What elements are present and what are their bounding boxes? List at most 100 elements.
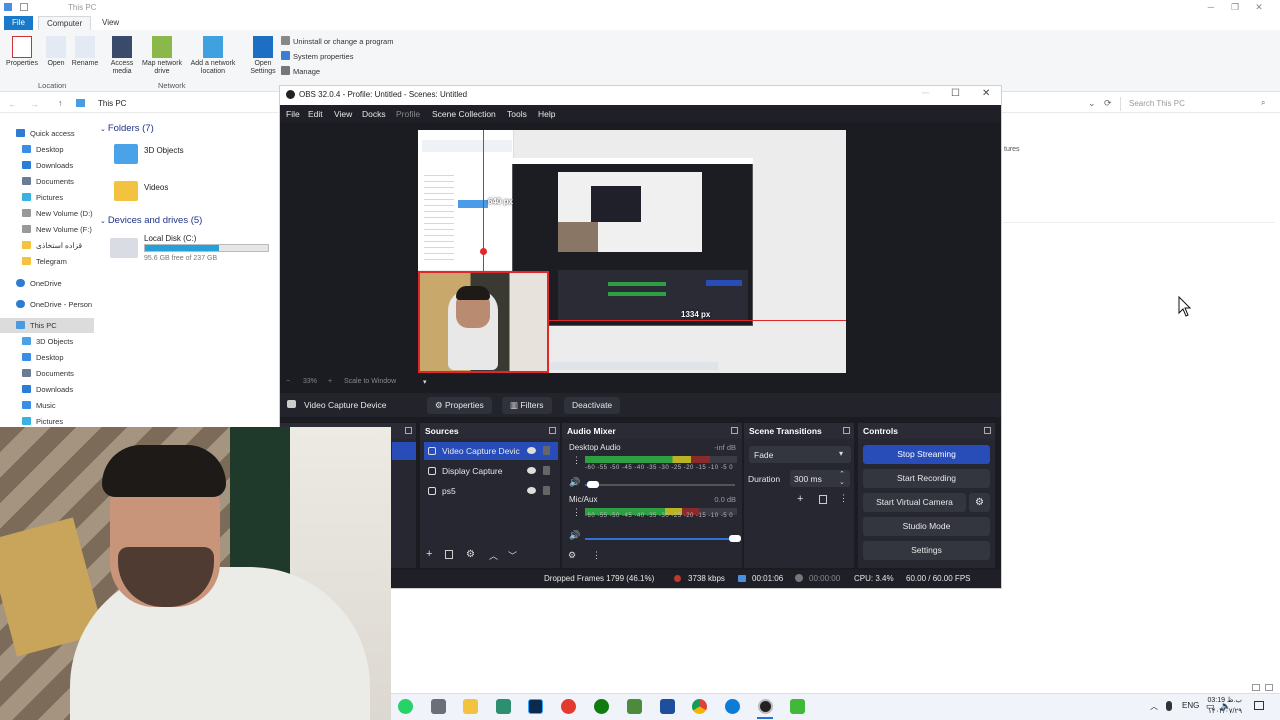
eye-icon[interactable] [527,447,536,454]
nav-documents[interactable]: Documents [22,175,74,189]
track-menu-icon[interactable]: ⋮ [572,455,581,466]
nav-onedrive[interactable]: OneDrive [16,277,62,291]
app-icon[interactable] [790,699,805,714]
nav-pc-documents[interactable]: Documents [22,367,74,381]
tab-file[interactable]: File [4,16,33,30]
obs-taskbar-icon[interactable] [758,699,773,714]
studio-mode-button[interactable]: Studio Mode [863,517,990,536]
map-network-drive-button[interactable]: Map network drive [140,36,184,76]
add-source-icon[interactable]: + [426,548,432,560]
nav-pc-3d-objects[interactable]: 3D Objects [22,335,73,349]
nav-pictures[interactable]: Pictures [22,191,63,205]
obs-preview-canvas[interactable]: 640 px 1334 px [418,130,846,373]
track-mic-volume[interactable] [585,535,741,542]
nav-quick-access[interactable]: Quick access [16,127,75,141]
mixer-settings-icon[interactable]: ⚙ [568,550,576,561]
undock-icon[interactable] [984,427,991,434]
volume-knob[interactable] [729,535,741,542]
breadcrumb[interactable]: This PC [74,97,274,110]
menu-docks[interactable]: Docks [362,109,386,119]
scale-to-window[interactable]: Scale to Window [344,378,396,385]
undock-icon[interactable] [843,427,850,434]
source-item-ps5[interactable]: ps5 [424,482,558,500]
menu-file[interactable]: File [286,109,300,119]
chevron-down-icon[interactable]: ﹀ [508,549,517,562]
nav-pc-downloads[interactable]: Downloads [22,383,73,397]
refresh-icon[interactable]: ⟳ [1104,98,1112,109]
scene-item-selected[interactable] [392,442,416,460]
duration-spinbox[interactable]: 300 ms ⌃ ⌄ [790,470,850,487]
spin-up-icon[interactable]: ⌃ [839,470,845,478]
file-explorer-icon[interactable] [463,699,478,714]
whatsapp-icon[interactable] [398,699,413,714]
menu-view[interactable]: View [334,109,352,119]
track-menu-icon[interactable]: ⋮ [572,507,581,518]
undock-icon[interactable] [405,427,412,434]
menu-help[interactable]: Help [538,109,555,119]
mixer-menu-icon[interactable]: ⋮ [592,550,601,561]
uninstall-program-link[interactable]: Uninstall or change a program [281,36,393,46]
zoom-out-button[interactable]: − [286,378,290,385]
start-virtual-camera-button[interactable]: Start Virtual Camera [863,493,966,512]
transition-select[interactable]: Fade ▾ [749,446,851,463]
virtual-camera-settings-gear-icon[interactable]: ⚙ [969,493,990,512]
transition-menu-icon[interactable]: ⋮ [839,493,848,504]
track-desktop-audio-volume[interactable] [585,481,735,488]
speaker-icon[interactable]: 🔊 [569,477,580,488]
nav-telegram[interactable]: Telegram [22,255,67,269]
nav-pc-music[interactable]: Music [22,399,56,413]
manage-link[interactable]: Manage [281,66,320,76]
large-icons-view-icon[interactable] [1265,684,1273,691]
source-item-video-capture[interactable]: Video Capture Devic [424,442,558,460]
details-view-icon[interactable] [1252,684,1260,691]
add-network-location-button[interactable]: Add a network location [186,36,240,76]
nav-downloads[interactable]: Downloads [22,159,73,173]
photoshop-icon[interactable] [528,699,543,714]
quick-access-toolbar-icon[interactable] [20,3,28,11]
undock-icon[interactable] [549,427,556,434]
eye-icon[interactable] [527,467,536,474]
app-icon[interactable] [660,699,675,714]
nav-this-pc[interactable]: This PC [16,319,57,333]
chevron-down-icon[interactable]: ⌄ [1088,98,1096,109]
search-input[interactable]: Search This PC ⌕ [1120,97,1272,111]
volume-knob[interactable] [586,481,599,488]
microphone-icon[interactable] [1166,701,1172,711]
chevron-up-icon[interactable]: ︿ [489,549,498,562]
chevron-up-icon[interactable]: ︿ [1150,701,1158,712]
folder-item-3d-objects[interactable]: 3D Objects [114,142,264,170]
system-properties-link[interactable]: System properties [281,51,353,61]
notification-icon[interactable] [1254,701,1264,710]
source-item-display-capture[interactable]: Display Capture [424,462,558,480]
nav-pc-desktop[interactable]: Desktop [22,351,64,365]
rename-button[interactable]: Rename [65,36,105,68]
nav-folder-persian[interactable]: قزاده استخاذی [22,239,82,253]
stop-streaming-button[interactable]: Stop Streaming [863,445,990,464]
devices-header[interactable]: ⌄ Devices and drives (5) [100,215,202,226]
deactivate-button[interactable]: Deactivate [564,397,621,414]
add-transition-icon[interactable]: + [797,493,803,505]
gear-icon[interactable]: ⚙ [466,549,475,560]
tab-computer[interactable]: Computer [38,16,92,30]
settings-button[interactable]: Settings [863,541,990,560]
trash-icon[interactable] [445,550,453,559]
chrome-icon[interactable] [692,699,707,714]
properties-button-obs[interactable]: ⚙ Properties [427,397,492,414]
trash-icon[interactable] [819,495,827,504]
xbox-icon[interactable] [594,699,609,714]
menu-profile[interactable]: Profile [396,109,420,119]
app-icon[interactable] [496,699,511,714]
eye-icon[interactable] [527,487,536,494]
nav-desktop[interactable]: Desktop [22,143,64,157]
clock-date[interactable]: ۱۴۰۴/۰۷/۲۹ [1200,707,1242,715]
access-media-button[interactable]: Access media [102,36,142,76]
start-recording-button[interactable]: Start Recording [863,469,990,488]
speaker-icon[interactable]: 🔊 [569,530,580,541]
explorer-close-button[interactable]: ✕ [1236,0,1280,16]
forward-arrow-icon[interactable]: → [30,99,39,109]
lock-icon[interactable] [543,446,550,455]
obs-close-button[interactable]: ✕ [982,88,990,99]
selection-box-webcam[interactable] [418,271,549,373]
undock-icon[interactable] [731,427,738,434]
open-settings-button[interactable]: Open Settings [243,36,283,76]
